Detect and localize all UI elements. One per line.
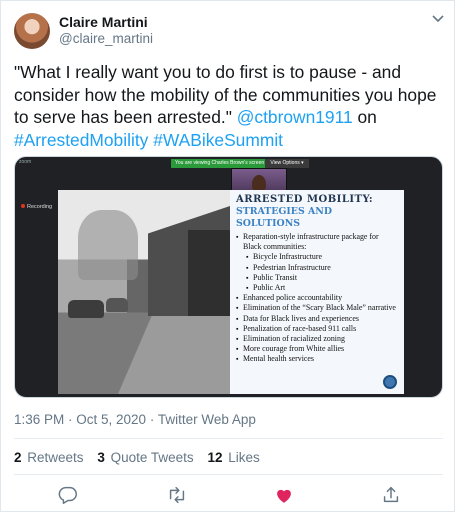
view-options-button: View Options ▾ [265, 159, 309, 168]
slide-subtitle: STRATEGIES AND SOLUTIONS [236, 206, 332, 229]
photo-car [68, 300, 104, 318]
slide-sub-bullet: Bicycle Infrastructure [236, 252, 398, 262]
likes-count: 12 [207, 450, 223, 465]
tweet-text: "What I really want you to do first is t… [14, 61, 444, 151]
slide-bullet: Elimination of the “Scary Black Male” na… [236, 303, 398, 313]
slide-bullet: Enhanced police accountability [236, 293, 398, 303]
photo-sidewalk [118, 316, 230, 394]
quote-tweets-label: Quote Tweets [110, 450, 194, 465]
mention-link[interactable]: @ctbrown1911 [237, 107, 353, 127]
tweet-card: Claire Martini @claire_martini "What I r… [0, 0, 455, 512]
reply-icon[interactable] [57, 484, 79, 506]
slide-bullet: Mental health services [236, 354, 398, 364]
photo-tree [78, 210, 138, 280]
slide-sub-bullet: Public Transit [236, 273, 398, 283]
tweet-connector: on [352, 107, 377, 127]
retweets-label: Retweets [27, 450, 84, 465]
tweet-stats: 2 Retweets 3 Quote Tweets 12 Likes [14, 450, 270, 465]
presentation-slide: ARRESTED MOBILITY: STRATEGIES AND SOLUTI… [58, 190, 404, 394]
tweet-actions [1, 484, 455, 506]
avatar[interactable] [14, 13, 50, 49]
slide-title: ARRESTED MOBILITY: [236, 194, 374, 205]
zoom-logo: zoom [19, 159, 32, 165]
recording-indicator: Recording [21, 204, 52, 210]
slide-bullet: Penalization of race-based 911 calls [236, 324, 398, 334]
retweets-stat[interactable]: 2 Retweets [14, 450, 84, 465]
quote-tweets-stat[interactable]: 3 Quote Tweets [97, 450, 193, 465]
recording-label: Recording [27, 204, 53, 210]
photo-rowhouse-front [188, 230, 230, 326]
slide-bullet: Data for Black lives and experiences [236, 314, 398, 324]
record-dot-icon [21, 204, 25, 208]
slide-sub-bullet: Pedestrian Infrastructure [236, 263, 398, 273]
quote-tweets-count: 3 [97, 450, 105, 465]
chevron-down-icon[interactable] [429, 11, 447, 29]
slide-bullet: More courage from White allies [236, 344, 398, 354]
likes-stat[interactable]: 12 Likes [207, 450, 259, 465]
hashtag-arrested-mobility[interactable]: #ArrestedMobility [14, 130, 148, 150]
street-photo [58, 190, 230, 394]
slide-logo [383, 375, 397, 389]
retweet-icon[interactable] [166, 484, 188, 506]
hashtag-wa-bike-summit[interactable]: #WABikeSummit [153, 130, 283, 150]
likes-label: Likes [228, 450, 260, 465]
divider [14, 474, 443, 475]
share-icon[interactable] [380, 484, 402, 506]
slide-bullet: Elimination of racialized zoning [236, 334, 398, 344]
retweets-count: 2 [14, 450, 22, 465]
author-name[interactable]: Claire Martini [59, 14, 148, 30]
photo-car-distant [106, 298, 128, 312]
slide-bullet: Reparation-style infrastructure package … [236, 232, 398, 252]
author-handle[interactable]: @claire_martini [59, 31, 153, 46]
slide-sub-bullet: Public Art [236, 283, 398, 293]
tweet-meta[interactable]: 1:36 PM · Oct 5, 2020 · Twitter Web App [14, 412, 256, 427]
slide-text-panel: ARRESTED MOBILITY: STRATEGIES AND SOLUTI… [230, 190, 404, 394]
tweet-media[interactable]: zoom You are viewing Charles Brown's scr… [14, 156, 443, 398]
slide-bullet-list: Reparation-style infrastructure package … [236, 232, 398, 365]
divider [14, 438, 443, 439]
heart-icon[interactable] [273, 484, 295, 506]
